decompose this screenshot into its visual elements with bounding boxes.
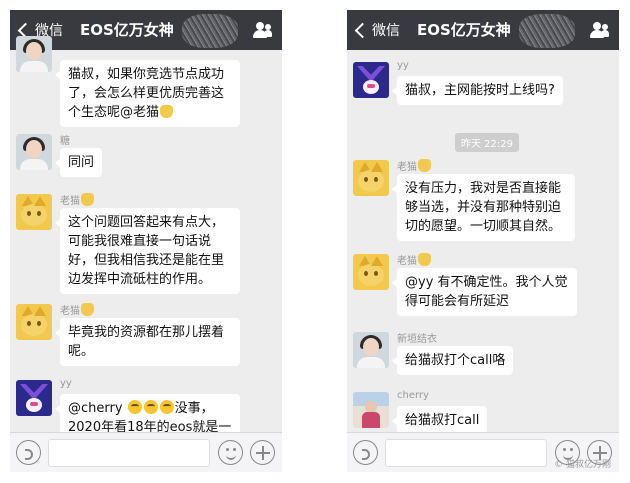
cat-emoji-icon [81,303,94,316]
message-bubble: 给猫叔打个call咯 [391,346,514,375]
voice-icon[interactable] [16,440,41,465]
message-text: 猫叔，如果你竞选节点成功了，会怎么样更优质完善这个生态呢@老猫 [68,67,225,120]
emoji-icon[interactable] [218,440,243,465]
message-text: 没有压力，我对是否直接能够当选，并没有那种特别迫切的愿望。一切顺其自然。 [405,181,562,234]
message-bubble: 猫叔，主网能按时上线吗? [392,76,563,105]
avatar[interactable] [16,304,52,340]
emoji-icon [159,400,174,414]
sender-name: 新垣结衣 [397,334,437,345]
cat-emoji-icon [418,253,431,266]
message-text: @yy 有不确定性。我个人觉得可能会有所延迟 [405,275,568,309]
message-item: yy @cherry 没事，2020年看18年的eos就是一 [16,378,278,442]
avatar[interactable] [353,160,389,196]
sender-name: yy [60,378,72,389]
sender-name: 老猫 [60,192,94,207]
message-item: yy 猫叔，主网能按时上线吗? [353,60,615,118]
sender-name: 老猫 [397,158,431,173]
avatar[interactable] [16,134,52,170]
sender-name: 老猫 [60,302,94,317]
cat-emoji-icon [81,193,94,206]
sender-name: cherry [397,390,429,401]
input-bar: © 猫叔亿万刚 [347,432,619,472]
message-text: 猫叔，主网能按时上线吗? [405,83,555,98]
message-item: 老猫 毕竟我的资源都在那儿摆着呢。 [16,302,278,374]
message-bubble: 这个问题回答起来有点大，可能我很难直接一句话说好，但我相信我还是能在里边发挥中流… [55,208,240,294]
message-item: 新垣结衣 给猫叔打个call咯 [353,332,615,382]
message-bubble: 给猫叔打call [391,406,488,435]
message-input[interactable] [48,439,210,467]
back-button[interactable]: 微信 [353,10,400,50]
message-bubble: 毕竟我的资源都在那儿摆着呢。 [55,318,240,366]
chevron-left-icon [354,22,371,38]
message-text: @cherry [68,401,127,416]
message-item: 老猫 这个问题回答起来有点大，可能我很难直接一句话说好，但我相信我还是能在里边发… [16,192,278,294]
message-text: 给猫叔打个call咯 [405,353,506,368]
message-item: 老猫 没有压力，我对是否直接能够当选，并没有那种特别迫切的愿望。一切顺其自然。 [353,158,615,250]
sender-name: 糖 [60,136,70,147]
chat-title: EOS亿万女神 [417,21,511,39]
message-input[interactable] [385,439,547,467]
emoji-icon [143,400,158,414]
message-bubble: @yy 有不确定性。我个人觉得可能会有所延迟 [392,268,577,316]
avatar[interactable] [16,380,52,416]
left-chat-screen: 微信 EOS亿万女神 猫叔，如果你竞选节点成功了，会怎么样更优质完善这个生态呢@… [10,10,282,472]
message-text: 给猫叔打call [405,413,480,428]
input-bar [10,432,282,472]
avatar[interactable] [16,194,52,230]
back-label: 微信 [372,23,400,39]
message-text: 同问 [68,155,95,170]
redaction-scribble [519,14,575,48]
cat-emoji-icon [418,159,431,172]
voice-icon[interactable] [353,440,378,465]
message-text: 这个问题回答起来有点大，可能我很难直接一句话说好，但我相信我还是能在里边发挥中流… [68,215,225,287]
cat-emoji-icon [160,105,174,118]
chat-header: 微信 EOS亿万女神 [347,10,619,50]
avatar[interactable] [16,36,52,72]
message-item: 猫叔，如果你竞选节点成功了，会怎么样更优质完善这个生态呢@老猫 [16,36,278,128]
message-bubble: 同问 [54,148,103,177]
message-item: 老猫 @yy 有不确定性。我个人觉得可能会有所延迟 [353,252,615,324]
message-item: 糖 同问 [16,134,278,184]
plus-icon[interactable] [250,440,275,465]
sender-name: 老猫 [397,252,431,267]
avatar[interactable] [353,332,389,368]
avatar[interactable] [353,62,389,98]
right-chat-screen: 微信 EOS亿万女神 yy 猫叔，主网能按时上线吗? 昨天 22:29 老猫 没… [347,10,619,472]
timestamp: 昨天 22:29 [455,133,519,152]
emoji-icon [127,400,142,414]
group-contacts-icon[interactable] [589,22,609,38]
watermark: © 猫叔亿万刚 [554,460,611,470]
avatar[interactable] [353,392,389,428]
sender-name: yy [397,60,409,71]
message-bubble: 猫叔，如果你竞选节点成功了，会怎么样更优质完善这个生态呢@老猫 [55,60,240,127]
group-contacts-icon[interactable] [252,22,272,38]
avatar[interactable] [353,254,389,290]
message-text: 毕竟我的资源都在那儿摆着呢。 [68,325,225,359]
message-bubble: 没有压力，我对是否直接能够当选，并没有那种特别迫切的愿望。一切顺其自然。 [392,174,575,241]
